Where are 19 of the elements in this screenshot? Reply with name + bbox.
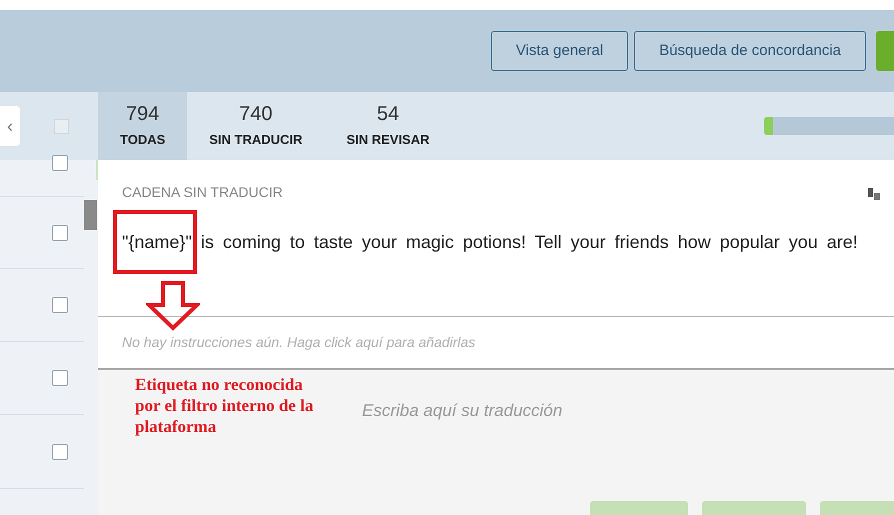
annotation-text: Etiqueta no reconocida por el filtro interno de la plataforma — [135, 374, 314, 437]
row-checkbox[interactable] — [52, 297, 68, 313]
header-button[interactable]: Búsqueda de concordancia — [634, 31, 866, 71]
header-button[interactable]: Vista general — [490, 31, 628, 71]
select-all-checkbox[interactable] — [54, 118, 69, 134]
collapse-button[interactable]: ‹ — [0, 106, 20, 146]
row-checkbox[interactable] — [52, 370, 68, 386]
split-icon[interactable] — [868, 188, 880, 200]
row-checkbox[interactable] — [52, 155, 68, 171]
row-checkbox[interactable] — [52, 225, 68, 241]
section-heading: CADENA SIN TRADUCIR — [122, 183, 284, 202]
down-arrow — [146, 281, 200, 331]
filter-tab[interactable]: 740 SIN TRADUCIR — [187, 92, 324, 160]
filter-tab[interactable]: 54 SIN REVISAR — [324, 92, 452, 160]
translation-field[interactable]: Escriba aquí su traducción — [362, 398, 562, 424]
filter-tab[interactable]: 794 TODAS — [98, 92, 188, 160]
row-checkbox[interactable] — [52, 444, 68, 460]
scrollbar-thumb[interactable] — [84, 200, 97, 230]
source-text: "{name}" is coming to taste your magic potions! Tell your friends how popular you are! — [122, 231, 859, 254]
